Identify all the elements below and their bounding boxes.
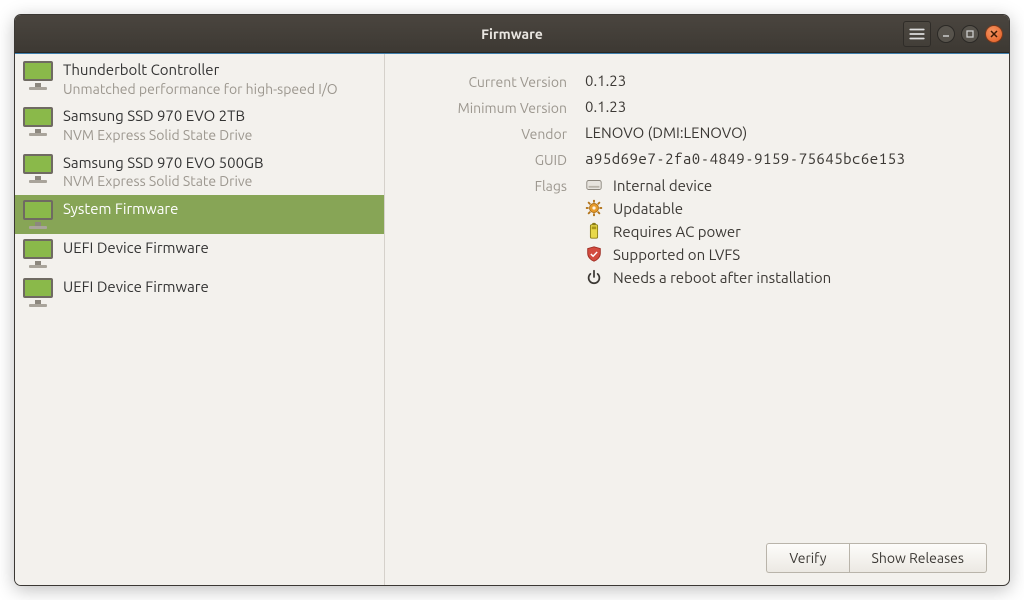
flag-text: Supported on LVFS — [613, 246, 740, 263]
verify-button[interactable]: Verify — [766, 543, 848, 573]
value-current-version: 0.1.23 — [585, 72, 987, 89]
monitor-icon — [21, 239, 55, 269]
minimize-icon — [941, 29, 951, 39]
device-list[interactable]: Thunderbolt ControllerUnmatched performa… — [15, 54, 385, 585]
device-row[interactable]: Samsung SSD 970 EVO 500GBNVM Express Sol… — [15, 149, 384, 195]
device-title: Samsung SSD 970 EVO 500GB — [63, 154, 378, 173]
window-close-button[interactable] — [985, 25, 1003, 43]
battery-icon — [585, 222, 603, 240]
device-row[interactable]: System Firmware — [15, 195, 384, 234]
monitor-icon — [21, 61, 55, 91]
flag-item: Needs a reboot after installation — [585, 268, 987, 286]
device-title: Thunderbolt Controller — [63, 61, 378, 80]
show-releases-button[interactable]: Show Releases — [849, 543, 987, 573]
monitor-icon — [21, 200, 55, 230]
flag-item: Internal device — [585, 176, 987, 194]
flag-item: Updatable — [585, 199, 987, 217]
device-row[interactable]: Thunderbolt ControllerUnmatched performa… — [15, 56, 384, 102]
hamburger-icon — [908, 25, 926, 43]
value-minimum-version: 0.1.23 — [585, 98, 987, 115]
hamburger-menu-button[interactable] — [903, 21, 931, 47]
flag-text: Needs a reboot after installation — [613, 269, 831, 286]
window-maximize-button[interactable] — [961, 25, 979, 43]
device-subtitle: Unmatched performance for high-speed I/O — [63, 81, 378, 99]
value-vendor: LENOVO (DMI:LENOVO) — [585, 124, 987, 141]
flag-text: Requires AC power — [613, 223, 741, 240]
flags-list: Internal device Updatable Requires AC powe… — [585, 176, 987, 286]
device-title: Samsung SSD 970 EVO 2TB — [63, 107, 378, 126]
device-row[interactable]: Samsung SSD 970 EVO 2TBNVM Express Solid… — [15, 102, 384, 148]
power-icon — [585, 268, 603, 286]
value-guid: a95d69e7-2fa0-4849-9159-75645bc6e153 — [585, 150, 987, 167]
flag-text: Internal device — [613, 177, 712, 194]
device-subtitle: NVM Express Solid State Drive — [63, 127, 378, 145]
device-title: UEFI Device Firmware — [63, 239, 378, 258]
label-minimum-version: Minimum Version — [407, 98, 567, 116]
flag-text: Updatable — [613, 200, 683, 217]
maximize-icon — [965, 29, 975, 39]
window-minimize-button[interactable] — [937, 25, 955, 43]
device-row[interactable]: UEFI Device Firmware — [15, 234, 384, 273]
gear-icon — [585, 199, 603, 217]
drive-icon — [585, 176, 603, 194]
device-row[interactable]: UEFI Device Firmware — [15, 273, 384, 312]
monitor-icon — [21, 154, 55, 184]
label-vendor: Vendor — [407, 124, 567, 142]
label-guid: GUID — [407, 150, 567, 168]
device-subtitle: NVM Express Solid State Drive — [63, 173, 378, 191]
flag-item: Supported on LVFS — [585, 245, 987, 263]
monitor-icon — [21, 107, 55, 137]
monitor-icon — [21, 278, 55, 308]
shield-icon — [585, 245, 603, 263]
titlebar: Firmware — [15, 15, 1009, 53]
device-title: System Firmware — [63, 200, 378, 219]
detail-pane: Current Version 0.1.23 Minimum Version 0… — [385, 54, 1009, 585]
close-icon — [989, 29, 999, 39]
window-title: Firmware — [481, 26, 543, 42]
flag-item: Requires AC power — [585, 222, 987, 240]
label-flags: Flags — [407, 176, 567, 194]
device-title: UEFI Device Firmware — [63, 278, 378, 297]
firmware-window: Firmware Thunderbolt ControllerUnmatched… — [14, 14, 1010, 586]
label-current-version: Current Version — [407, 72, 567, 90]
footer-actions: Verify Show Releases — [407, 531, 987, 573]
